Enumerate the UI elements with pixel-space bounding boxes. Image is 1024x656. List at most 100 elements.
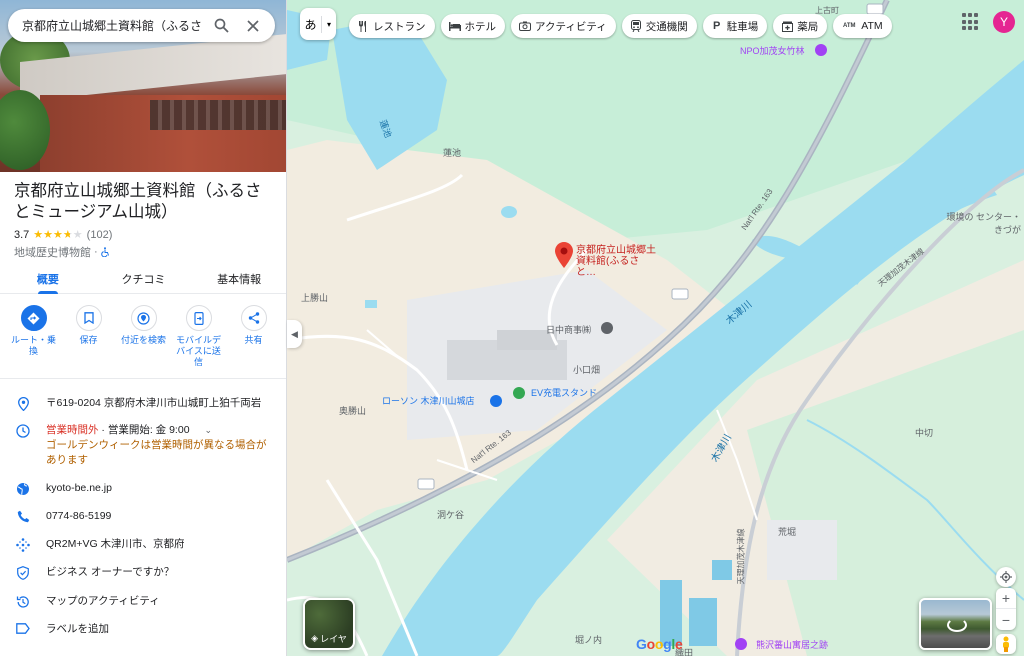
business-poi-icon[interactable] — [601, 322, 613, 334]
zoom-out-button[interactable]: − — [996, 609, 1016, 630]
label-icon — [16, 623, 30, 634]
search-input[interactable] — [22, 18, 201, 33]
chip-transit[interactable]: 交通機関 — [621, 14, 697, 38]
chip-activity[interactable]: アクティビティ — [511, 14, 616, 38]
chip-hotel[interactable]: ホテル — [440, 14, 505, 38]
map-label-nakagiri: 中切 — [915, 428, 934, 438]
close-button[interactable] — [241, 14, 265, 38]
send-to-phone-icon — [193, 311, 204, 325]
map-label-tsubouchi: 堀ノ内 — [575, 635, 603, 645]
zoom-in-button[interactable]: + — [996, 588, 1016, 609]
account-avatar[interactable]: Y — [993, 11, 1015, 33]
map-label-nichu[interactable]: 日中商事㈱ — [546, 323, 591, 336]
map-label-ev[interactable]: EV充電スタンド — [531, 386, 597, 399]
search-button[interactable] — [209, 14, 233, 38]
divider — [0, 378, 286, 379]
chevron-down-icon[interactable]: ⌄ — [204, 425, 212, 435]
add-label-row[interactable]: ラベルを追加 — [0, 622, 286, 637]
phone-text: 0774-86-5199 — [46, 510, 112, 522]
ev-charging-icon[interactable] — [513, 387, 525, 399]
street-view-thumbnail[interactable] — [919, 598, 992, 650]
phone-row[interactable]: 0774-86-5199 — [0, 509, 286, 524]
map-pin-icon[interactable] — [555, 242, 573, 268]
chip-label: 駐車場 — [726, 20, 759, 33]
globe-icon — [17, 483, 29, 496]
hours-separator: · — [98, 424, 108, 436]
plus-icon: + — [1001, 590, 1011, 606]
bookmark-icon — [83, 312, 94, 324]
tab-about[interactable]: 基本情報 — [191, 266, 286, 293]
maps-app: NPO加茂女竹林 蓮池 蓮池 上勝山 日中商事㈱ 小口畑 EV充電スタンド ロー… — [0, 0, 1024, 656]
category-row: 地域歴史博物館 · — [14, 244, 110, 260]
chip-parking[interactable]: P 駐車場 — [702, 14, 768, 38]
pegman-button[interactable] — [996, 634, 1016, 654]
google-apps-icon[interactable] — [962, 13, 980, 31]
place-panel: 京都府立山城郷土資料館（ふるさとミュージアム山城） 3.7 ★★★★★ (102… — [0, 0, 287, 656]
map-label-museum[interactable]: 京都府立山城郷土資料館(ふるさと… — [576, 245, 658, 278]
parking-icon: P — [713, 20, 721, 32]
save-button[interactable]: 保存 — [63, 305, 115, 368]
chip-label: ATM — [861, 20, 883, 32]
map-label-npo[interactable]: NPO加茂女竹林 — [740, 44, 805, 57]
plus-code-row[interactable]: QR2M+VG 木津川市、京都府 — [0, 537, 286, 552]
map-label-koguchibata: 小口畑 — [573, 365, 601, 375]
my-location-button[interactable] — [996, 567, 1016, 587]
star-icon: ★ — [43, 228, 54, 241]
save-label: 保存 — [79, 335, 98, 345]
hours-status: 営業時間外 — [46, 424, 99, 436]
camera-icon — [519, 20, 531, 32]
google-logo: Google — [636, 636, 683, 652]
tab-overview[interactable]: 概要 — [0, 266, 96, 294]
add-label-text: ラベルを追加 — [46, 623, 109, 635]
layers-button[interactable]: ◈ レイヤ — [303, 598, 355, 650]
map-label-lawson[interactable]: ローソン 木津川山城店 — [382, 394, 475, 407]
close-icon — [247, 19, 259, 32]
layers-label: レイヤ — [320, 634, 347, 644]
map-label-kumazawa[interactable]: 熊沢蕃山寓居之跡 — [756, 638, 828, 651]
chip-restaurant[interactable]: レストラン — [349, 14, 435, 38]
chip-label: 交通機関 — [645, 20, 688, 33]
store-poi-icon[interactable] — [490, 395, 502, 407]
atm-icon: ATM — [842, 23, 856, 29]
npo-poi-icon[interactable] — [815, 44, 827, 56]
map-graphic[interactable] — [287, 0, 1024, 656]
send-to-phone-button[interactable]: モバイルデバイスに送信 — [173, 305, 225, 368]
chevron-down-icon: ▾ — [326, 19, 331, 29]
phone-icon — [17, 510, 29, 523]
directions-button[interactable]: ルート・乗換 — [8, 305, 60, 368]
address-row[interactable]: 〒619-0204 京都府木津川市山城町上狛千両岩 — [0, 396, 286, 411]
history-icon — [16, 596, 29, 608]
map-canvas[interactable]: NPO加茂女竹林 蓮池 蓮池 上勝山 日中商事㈱ 小口畑 EV充電スタンド ロー… — [287, 0, 1024, 656]
maps-activity-row[interactable]: マップのアクティビティ — [0, 594, 286, 609]
collapse-panel-button[interactable]: ◀ — [287, 320, 302, 348]
star-half-icon: ★ — [62, 228, 73, 241]
nearby-icon — [137, 311, 150, 325]
map-label-horagaya: 洞ケ谷 — [437, 510, 465, 520]
rating-score: 3.7 — [14, 229, 30, 241]
tab-reviews[interactable]: クチコミ — [96, 266, 192, 293]
location-pin-icon — [17, 397, 29, 411]
hours-note: ゴールデンウィークは営業時間が異なる場合があります — [46, 439, 267, 466]
rating-row[interactable]: 3.7 ★ ★ ★ ★ ★ (102) — [14, 229, 112, 241]
website-row[interactable]: kyoto-be.ne.jp — [0, 481, 286, 496]
share-button[interactable]: 共有 — [228, 305, 280, 368]
chip-atm[interactable]: ATM ATM — [833, 14, 892, 38]
nearby-button[interactable]: 付近を検索 — [118, 305, 170, 368]
map-label-center[interactable]: 環境の センター・きづが — [941, 210, 1021, 236]
review-count[interactable]: (102) — [87, 229, 113, 241]
business-owner-row[interactable]: ビジネス オーナーですか？ — [0, 565, 286, 580]
historic-poi-icon[interactable] — [735, 638, 747, 650]
send-to-phone-label: モバイルデバイスに送信 — [175, 335, 221, 367]
chip-pharmacy[interactable]: 薬局 — [773, 14, 828, 38]
hours-row[interactable]: 営業時間外 · 営業開始: 金 9:00 ⌄ ゴールデンウィークは営業時間が異な… — [0, 423, 286, 468]
place-title: 京都府立山城郷土資料館（ふるさとミュージアム山城） — [14, 182, 262, 221]
rating-stars: ★ ★ ★ ★ ★ — [33, 228, 82, 241]
plus-code-text: QR2M+VG 木津川市、京都府 — [46, 538, 185, 550]
input-tools-button[interactable]: あ ▾ — [300, 8, 336, 40]
chip-label: レストラン — [373, 20, 426, 33]
transit-icon — [630, 20, 642, 32]
map-label-tenri-2: 天理加茂木津線 — [736, 528, 746, 585]
place-category[interactable]: 地域歴史博物館 — [14, 244, 91, 260]
minus-icon: − — [1001, 611, 1011, 628]
layers-icon: ◈ — [311, 633, 319, 643]
